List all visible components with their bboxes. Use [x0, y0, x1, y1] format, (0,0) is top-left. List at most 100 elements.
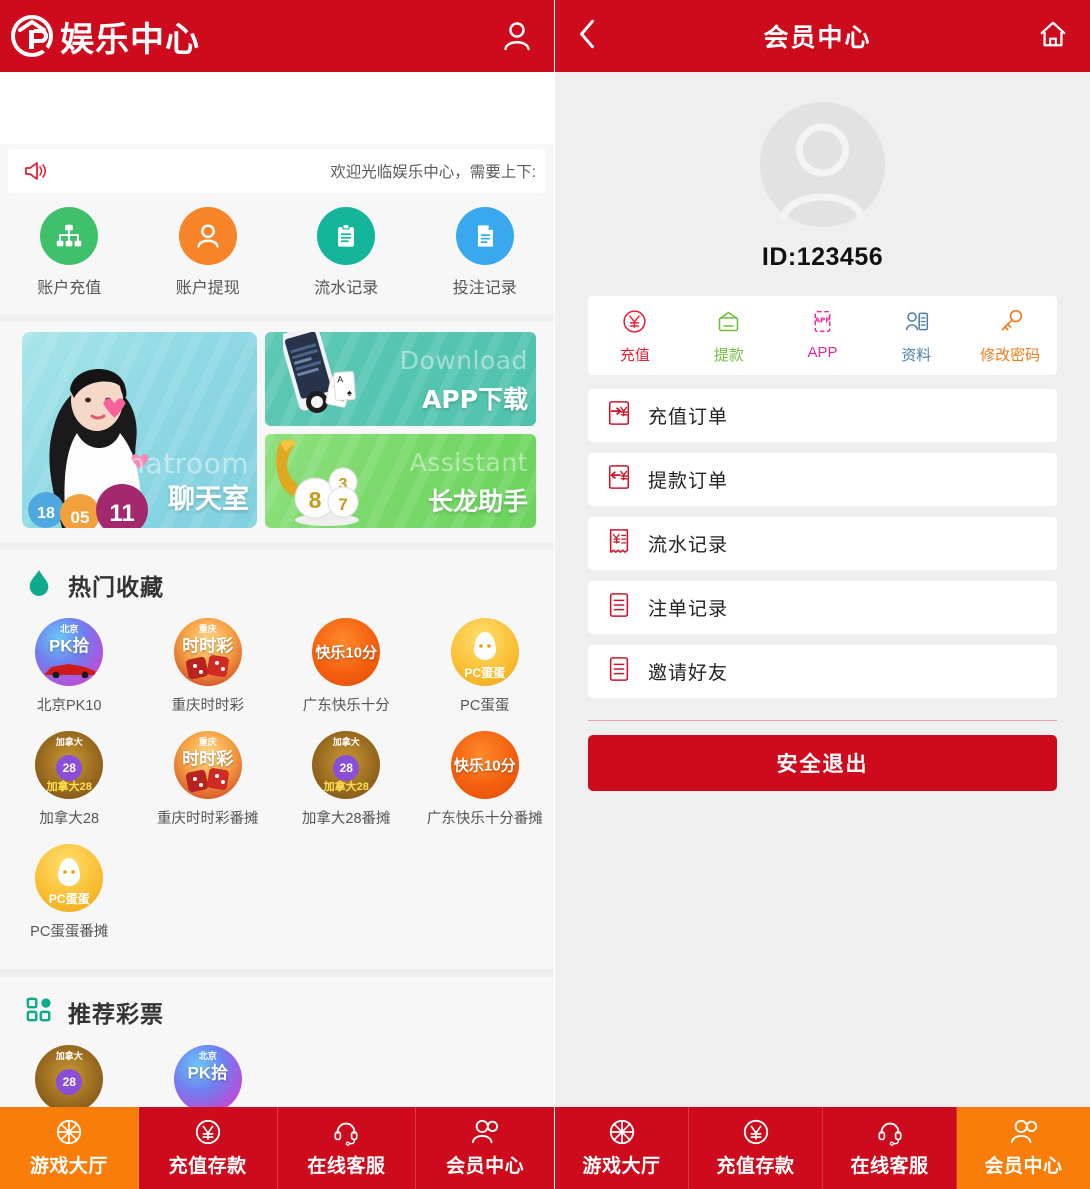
left-app-header: 娱乐中心	[0, 0, 554, 72]
game-icon-pcdd: PC蛋蛋	[35, 844, 104, 912]
nav-item-deposit[interactable]: 充值存款	[138, 1107, 278, 1189]
game-item[interactable]: 加拿大 28	[0, 1045, 139, 1113]
wheel-icon	[609, 1119, 634, 1145]
quick-action-label: 流水记录	[314, 280, 379, 297]
avatar-placeholder-icon[interactable]	[760, 102, 885, 227]
banner-app-download[interactable]: A ♣ A ♠ Download APP下载	[265, 332, 536, 426]
headset-icon	[334, 1122, 358, 1146]
dual-phone-screenshot: 娱乐中心 欢迎光临娱乐中心，需要上下: 账户充值 账户提现 流水记录 投注记录 …	[0, 0, 1090, 1189]
game-icon-happy10: 快乐10分	[450, 731, 519, 799]
banner-ghost-text: Chatroom	[107, 447, 249, 480]
menu-item-deposit-orders[interactable]: 充值订单	[588, 389, 1057, 442]
game-icon-pk10: 北京 PK拾	[35, 618, 104, 686]
game-art-mid: PK拾	[48, 636, 90, 656]
game-icon-jnd28: 加拿大 28	[35, 1045, 104, 1113]
game-label: 北京PK10	[37, 698, 102, 714]
game-label: PC蛋蛋	[460, 698, 510, 714]
quick-action-withdraw[interactable]: 提款	[682, 308, 776, 365]
game-art-mid: PK拾	[187, 1063, 229, 1083]
banner-title: 聊天室	[168, 484, 249, 515]
left-phone-panel: 娱乐中心 欢迎光临娱乐中心，需要上下: 账户充值 账户提现 流水记录 投注记录 …	[0, 0, 555, 1189]
nav-item-support[interactable]: 在线客服	[277, 1107, 417, 1189]
game-icon-pk10: 北京 PK拾	[173, 1045, 242, 1113]
nav-item-member-center[interactable]: 会员中心	[416, 1107, 554, 1189]
user-icon[interactable]	[500, 19, 534, 53]
right-bottom-nav: 游戏大厅 充值存款 在线客服 会员中心	[555, 1107, 1090, 1189]
game-item[interactable]: PC蛋蛋 PC蛋蛋	[416, 618, 555, 715]
game-item[interactable]: 快乐10分 广东快乐十分番摊	[416, 731, 555, 828]
yuan-circle-icon	[621, 308, 648, 340]
app-icon: APP	[809, 308, 836, 340]
megaphone-icon	[22, 158, 48, 184]
banner-column: A ♣ A ♠ Download APP下载	[265, 332, 536, 528]
wheel-icon	[56, 1119, 82, 1145]
game-item[interactable]: 快乐10分 广东快乐十分	[277, 618, 416, 715]
member-icon	[1010, 1119, 1037, 1144]
deposit-order-icon	[606, 399, 632, 432]
section-title: 推荐彩票	[68, 1001, 164, 1027]
marquee-region: 欢迎光临娱乐中心，需要上下:	[0, 144, 554, 193]
game-icon-ssc: 重庆 时时彩	[173, 618, 242, 686]
svg-text:05: 05	[71, 508, 90, 527]
game-label: 重庆时时彩番摊	[157, 811, 259, 827]
quick-action-recharge[interactable]: 账户充值	[0, 207, 139, 298]
menu-item-invite-friends[interactable]: 邀请好友	[588, 645, 1057, 698]
logout-button[interactable]: 安全退出	[588, 735, 1057, 791]
game-item[interactable]: 北京 PK拾 北京PK10	[0, 618, 139, 715]
game-label: 重庆时时彩	[171, 698, 245, 714]
game-item[interactable]: 重庆 时时彩 重庆时时彩	[139, 618, 278, 715]
menu-item-bet-record[interactable]: 注单记录	[588, 581, 1057, 634]
notice-marquee[interactable]: 欢迎光临娱乐中心，需要上下:	[8, 149, 546, 193]
promo-banner-row: 18 05 11 Chatroom 聊天室 A ♠ Download APP下载…	[0, 322, 554, 550]
quick-action-profile[interactable]: 资料	[869, 308, 963, 365]
nav-item-game-hall[interactable]: 游戏大厅	[555, 1107, 689, 1189]
quick-action-bet-record[interactable]: 投注记录	[416, 207, 555, 298]
quick-actions-row: 账户充值 账户提现 流水记录 投注记录	[0, 193, 554, 322]
game-item[interactable]: 加拿大 28 加拿大28 加拿大28番摊	[277, 731, 416, 828]
game-art-top: 加拿大	[332, 737, 360, 747]
nav-item-member-center[interactable]: 会员中心	[957, 1107, 1090, 1189]
game-item[interactable]: 北京 PK拾	[139, 1045, 278, 1113]
game-grid: 北京 PK拾 北京PK10 重庆 时时彩 重庆时时彩 快乐10分 广东快乐十分 …	[0, 612, 554, 957]
quick-action-change-password[interactable]: 修改密码	[963, 308, 1057, 365]
invite-icon	[606, 655, 632, 688]
banner-title: 长龙助手	[427, 487, 528, 516]
nav-label: 会员中心	[984, 1156, 1063, 1177]
quick-action-recharge[interactable]: 充值	[588, 308, 682, 365]
clipboard-icon	[317, 207, 376, 265]
menu-item-withdraw-orders[interactable]: 提款订单	[588, 453, 1057, 506]
notice-text: 欢迎光临娱乐中心，需要上下:	[330, 164, 536, 181]
banner-chatroom[interactable]: 18 05 11 Chatroom 聊天室	[22, 332, 257, 528]
game-icon-jnd28: 加拿大 28 加拿大28	[312, 731, 381, 799]
nav-item-deposit[interactable]: 充值存款	[689, 1107, 823, 1189]
section-hot-favorites: 热门收藏 北京 PK拾 北京PK10 重庆 时时彩 重庆时时彩 快乐10分 广东…	[0, 550, 554, 977]
dice-art	[185, 768, 229, 793]
nav-item-support[interactable]: 在线客服	[823, 1107, 957, 1189]
game-icon-ssc: 重庆 时时彩	[173, 731, 242, 799]
menu-label: 充值订单	[648, 407, 729, 428]
banner-title: APP下载	[422, 385, 528, 414]
banner-placeholder	[0, 72, 554, 144]
home-icon[interactable]	[1038, 19, 1068, 54]
game-item[interactable]: 加拿大 28 加拿大28 加拿大28	[0, 731, 139, 828]
game-item[interactable]: 重庆 时时彩 重庆时时彩番摊	[139, 731, 278, 828]
nav-item-game-hall[interactable]: 游戏大厅	[0, 1107, 139, 1189]
svg-text:18: 18	[37, 505, 55, 522]
nav-label: 游戏大厅	[29, 1156, 108, 1177]
nav-label: 在线客服	[307, 1156, 386, 1177]
menu-item-flow-record[interactable]: 流水记录	[588, 517, 1057, 570]
dice-art	[185, 655, 229, 680]
quick-action-label: 账户提现	[175, 280, 240, 297]
quick-action-withdraw[interactable]: 账户提现	[139, 207, 278, 298]
quick-action-label: 资料	[901, 347, 932, 364]
chevron-left-icon[interactable]	[577, 18, 597, 55]
section-title: 热门收藏	[68, 574, 164, 600]
quick-action-flow-record[interactable]: 流水记录	[277, 207, 416, 298]
game-item[interactable]: PC蛋蛋 PC蛋蛋番摊	[0, 844, 139, 941]
menu-label: 流水记录	[648, 535, 729, 556]
game-art-bot: PC蛋蛋	[48, 892, 90, 906]
game-label: 加拿大28	[39, 811, 100, 827]
banner-assistant[interactable]: 8 3 7 Assistant 长龙助手	[265, 434, 536, 528]
quick-action-app[interactable]: APP APP	[776, 308, 870, 365]
game-label: 加拿大28番摊	[301, 811, 391, 827]
